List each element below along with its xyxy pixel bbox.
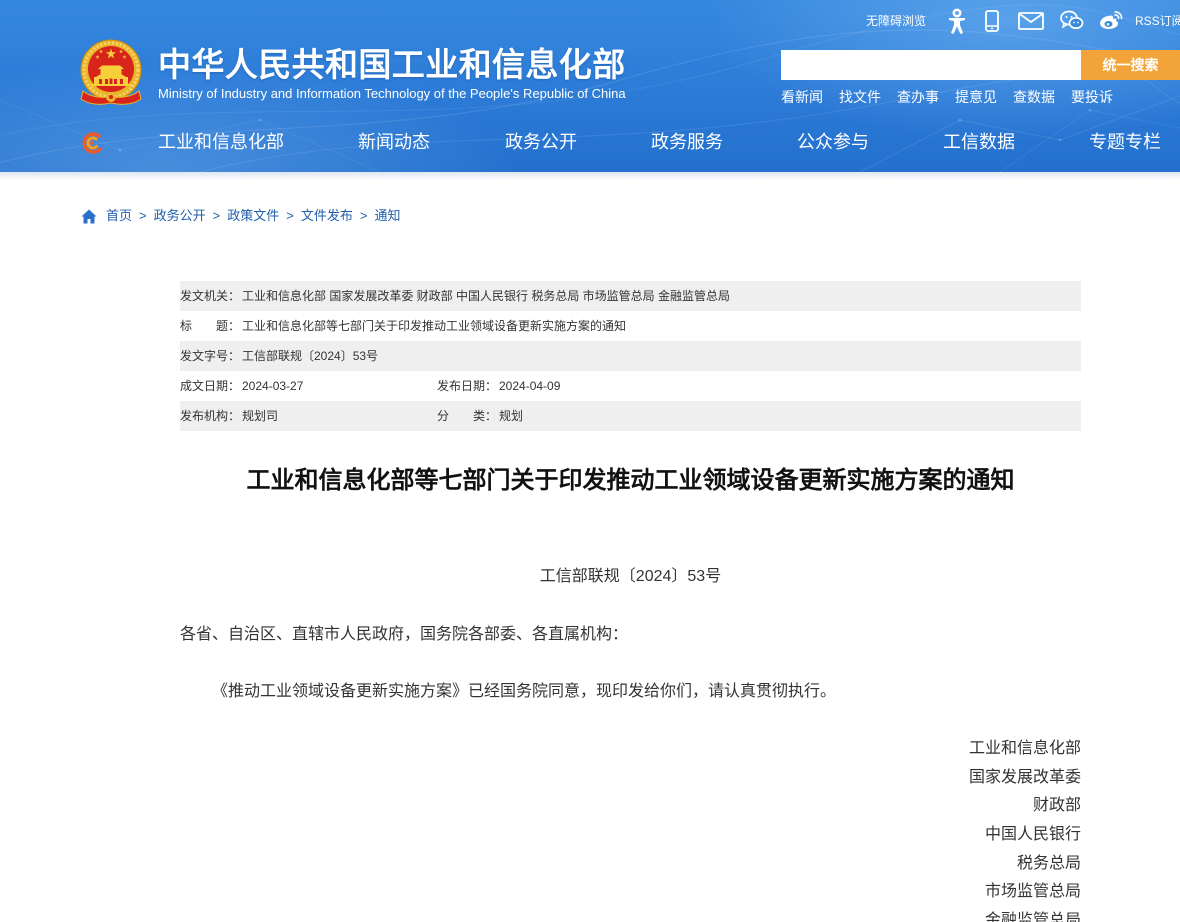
mail-icon[interactable] (1018, 12, 1044, 30)
info-label: 发文机关： (180, 289, 241, 303)
info-cell: 发文字号： 工信部联规〔2024〕53号 (180, 341, 378, 371)
site-title: 中华人民共和国工业和信息化部 (158, 46, 626, 83)
info-row-dates: 成文日期： 2024-03-27 发布日期： 2024-04-09 (180, 371, 1081, 401)
search-input[interactable] (781, 50, 1081, 80)
quick-link-data[interactable]: 查数据 (1013, 89, 1055, 105)
breadcrumb-link-home[interactable]: 首页 (106, 208, 132, 224)
info-value: 2024-03-27 (242, 379, 304, 393)
quick-link-complaints[interactable]: 要投诉 (1071, 89, 1113, 105)
signatory: 金融监管总局 (984, 912, 1081, 922)
site-logo-link[interactable]: 中华人民共和国工业和信息化部 Ministry of Industry and … (79, 39, 629, 107)
signatory: 国家发展改革委 (968, 768, 1081, 786)
signatory: 工业和信息化部 (968, 740, 1081, 757)
header-shadow (0, 172, 1180, 180)
site-subtitle-english: Ministry of Industry and Information Tec… (158, 86, 626, 101)
rss-subscribe-link[interactable]: RSS订阅 (1135, 13, 1180, 29)
info-cell: 标 题： 工业和信息化部等七部门关于印发推动工业领域设备更新实施方案的通知 (180, 311, 626, 341)
site-header: 无障碍浏览 RSS订阅 中华人民共和国工业和信息化部 Ministry of I… (0, 0, 1180, 172)
quick-links: 看新闻 找文件 查办事 提意见 查数据 要投诉 (781, 89, 1113, 105)
info-label: 发布机构： (180, 409, 241, 423)
signatory: 市场监管总局 (984, 883, 1081, 901)
info-value: 规划 (499, 409, 524, 423)
info-row-publisher-category: 发布机构： 规划司 分 类： 规划 (180, 401, 1081, 431)
breadcrumb-link-policy-documents[interactable]: 政策文件 (227, 208, 279, 224)
breadcrumb-separator: > (212, 208, 221, 223)
info-label: 成文日期： (180, 379, 241, 393)
main-nav: 工业和信息化部 新闻动态 政务公开 政务服务 公众参与 工信数据 专题专栏 (0, 131, 1180, 153)
info-value: 工业和信息化部 国家发展改革委 财政部 中国人民银行 税务总局 市场监管总局 金… (242, 289, 731, 303)
national-emblem-icon (80, 39, 142, 105)
info-row-title: 标 题： 工业和信息化部等七部门关于印发推动工业领域设备更新实施方案的通知 (180, 311, 1081, 341)
info-label: 标 题： (180, 319, 241, 333)
signatory: 财政部 (1032, 797, 1081, 815)
breadcrumb-separator: > (359, 208, 368, 223)
unified-search-button[interactable]: 统一搜索 (1081, 50, 1180, 80)
info-value: 工业和信息化部等七部门关于印发推动工业领域设备更新实施方案的通知 (242, 319, 627, 333)
info-label: 分 类： (437, 409, 498, 423)
breadcrumb-link-document-release[interactable]: 文件发布 (301, 208, 353, 224)
info-cell: 分 类： 规划 (437, 401, 523, 431)
breadcrumb-link-notice[interactable]: 通知 (374, 208, 400, 224)
nav-item-gov-affairs-open[interactable]: 政务公开 (505, 131, 577, 153)
signatory: 中国人民银行 (984, 826, 1081, 844)
breadcrumb-separator: > (139, 208, 147, 223)
info-value: 规划司 (242, 409, 279, 423)
document-paragraph: 《推动工业领域设备更新实施方案》已经国务院同意，现印发给你们，请认真贯彻执行。 (212, 683, 837, 700)
breadcrumb-separator: > (286, 208, 294, 223)
document-info-table: 发文机关： 工业和信息化部 国家发展改革委 财政部 中国人民银行 税务总局 市场… (180, 281, 1081, 431)
mobile-phone-icon[interactable] (985, 10, 999, 32)
info-cell: 发文机关： 工业和信息化部 国家发展改革委 财政部 中国人民银行 税务总局 市场… (180, 281, 730, 311)
info-row-issuing-authority: 发文机关： 工业和信息化部 国家发展改革委 财政部 中国人民银行 税务总局 市场… (180, 281, 1081, 311)
quick-link-services[interactable]: 查办事 (897, 89, 939, 105)
nav-item-special-topics[interactable]: 专题专栏 (1089, 131, 1161, 153)
nav-item-news[interactable]: 新闻动态 (358, 131, 430, 153)
signatory: 税务总局 (1016, 854, 1081, 872)
nav-item-ministry[interactable]: 工业和信息化部 (158, 131, 284, 153)
quick-link-documents[interactable]: 找文件 (839, 89, 881, 105)
info-cell: 发布机构： 规划司 (180, 401, 437, 431)
home-icon[interactable] (81, 209, 97, 224)
document-number: 工信部联规〔2024〕53号 (539, 568, 722, 585)
document-signatories: 工业和信息化部 国家发展改革委 财政部 中国人民银行 税务总局 市场监管总局 金… (180, 735, 1081, 922)
document-salutation: 各省、自治区、直辖市人民政府，国务院各部委、各直属机构： (180, 626, 629, 643)
info-label: 发文字号： (180, 349, 241, 363)
info-value: 2024-04-09 (499, 379, 561, 393)
document-title: 工业和信息化部等七部门关于印发推动工业领域设备更新实施方案的通知 (246, 467, 1015, 494)
info-cell: 成文日期： 2024-03-27 (180, 371, 437, 401)
info-value: 工信部联规〔2024〕53号 (242, 349, 379, 363)
weibo-icon[interactable] (1098, 9, 1124, 31)
accessibility-person-icon[interactable] (946, 7, 968, 35)
info-cell: 发布日期： 2024-04-09 (437, 371, 560, 401)
info-row-document-number: 发文字号： 工信部联规〔2024〕53号 (180, 341, 1081, 371)
nav-item-gov-services[interactable]: 政务服务 (651, 131, 723, 153)
info-label: 发布日期： (437, 379, 498, 393)
quick-link-feedback[interactable]: 提意见 (955, 89, 997, 105)
breadcrumb-link-gov-affairs-open[interactable]: 政务公开 (154, 208, 206, 224)
accessibility-link[interactable]: 无障碍浏览 (866, 13, 926, 29)
quick-link-news[interactable]: 看新闻 (781, 89, 823, 105)
breadcrumb: 首页 > 政务公开 > 政策文件 > 文件发布 > 通知 (81, 208, 400, 224)
wechat-icon[interactable] (1060, 10, 1084, 32)
nav-item-public-participation[interactable]: 公众参与 (797, 131, 869, 153)
nav-item-miit-data[interactable]: 工信数据 (943, 131, 1015, 153)
